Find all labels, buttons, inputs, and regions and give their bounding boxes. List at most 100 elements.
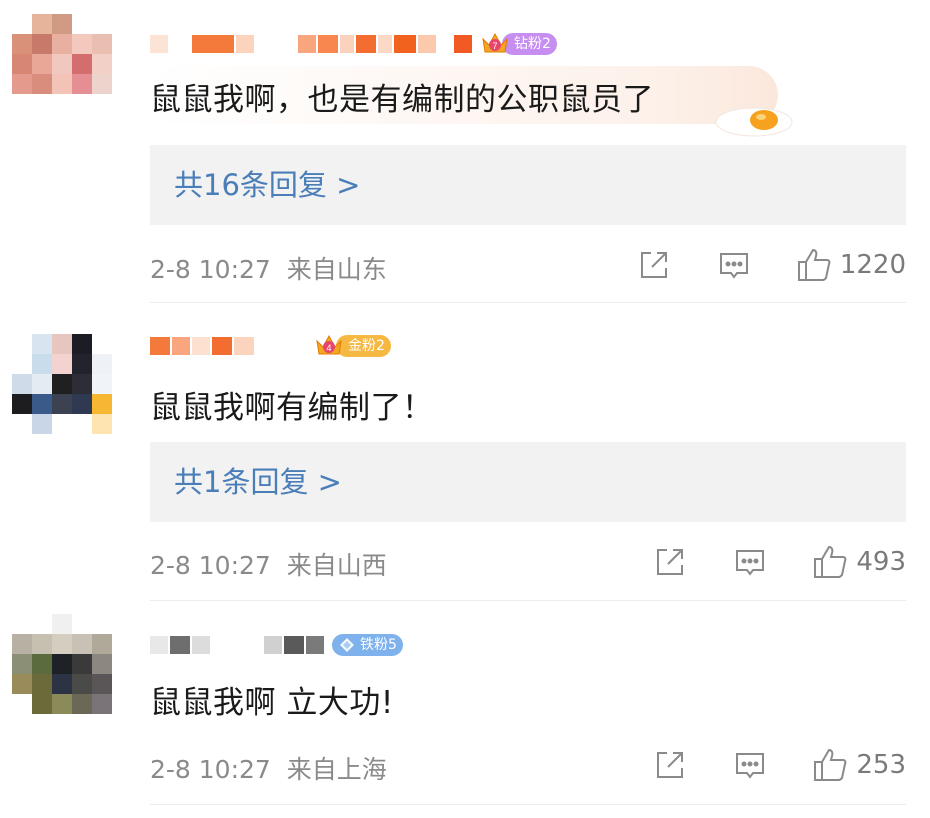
avatar-pixels [12, 614, 112, 714]
avatar-pixel [52, 34, 72, 54]
action-bar: 1220 [636, 245, 906, 285]
svg-text:7: 7 [492, 41, 497, 51]
avatar-pixel [52, 674, 72, 694]
username[interactable] [150, 34, 474, 54]
avatar-pixel [32, 34, 52, 54]
username[interactable] [150, 635, 326, 655]
avatar-pixel [72, 694, 92, 714]
share-icon[interactable] [652, 747, 688, 783]
avatar-pixel [12, 674, 32, 694]
avatar-pixel [52, 374, 72, 394]
badge-label: 钻粉2 [502, 33, 557, 55]
avatar-pixel [92, 414, 112, 434]
comment-icon[interactable] [732, 747, 768, 783]
timestamp: 2-8 10:27 [150, 255, 271, 284]
avatar-pixel [12, 614, 32, 634]
view-replies-link[interactable]: 共16条回复 > [174, 145, 360, 225]
avatar-pixels [12, 14, 112, 114]
avatar-pixel [92, 374, 112, 394]
avatar-pixel [32, 654, 52, 674]
action-bar: 253 [652, 745, 906, 785]
avatar-pixel [72, 354, 92, 374]
location: 来自山东 [286, 255, 387, 284]
avatar-pixel [32, 614, 52, 634]
like-count: 253 [856, 750, 906, 780]
badge-label: 铁粉5 [360, 637, 397, 653]
avatar-pixel [72, 634, 92, 654]
avatar-pixel [12, 14, 32, 34]
avatar-pixel [52, 414, 72, 434]
avatar[interactable] [12, 334, 112, 434]
avatar-pixel [12, 354, 32, 374]
comment-text: 鼠鼠我啊 立大功! [150, 685, 394, 721]
avatar-pixel [92, 334, 112, 354]
avatar-pixel [92, 34, 112, 54]
avatar-pixel [32, 374, 52, 394]
username[interactable] [150, 336, 308, 356]
avatar-pixel [32, 674, 52, 694]
avatar-pixel [92, 694, 112, 714]
fried-egg-decoration [715, 107, 793, 137]
timestamp: 2-8 10:27 [150, 551, 271, 580]
thumbs-up-icon [814, 545, 847, 578]
avatar-pixel [92, 674, 112, 694]
timestamp: 2-8 10:27 [150, 755, 271, 784]
thumbs-up-icon [814, 748, 847, 781]
comment-icon[interactable] [716, 247, 752, 283]
avatar-pixel [72, 34, 92, 54]
avatar-pixel [12, 374, 32, 394]
avatar-pixel [92, 354, 112, 374]
view-replies-link[interactable]: 共1条回复 > [174, 442, 342, 522]
like-button[interactable]: 493 [812, 544, 906, 580]
avatar-pixel [52, 654, 72, 674]
avatar-pixel [52, 694, 72, 714]
divider [150, 302, 906, 303]
avatar-pixel [92, 654, 112, 674]
crown-icon: 7 [482, 32, 508, 53]
comment-meta: 2-8 10:27 来自山东 [150, 250, 387, 286]
crown-icon: 4 [316, 334, 342, 355]
avatar-pixel [92, 394, 112, 414]
avatar-pixel [12, 654, 32, 674]
avatar-pixel [12, 334, 32, 354]
avatar[interactable] [12, 614, 112, 714]
avatar-pixel [72, 14, 92, 34]
username-row: 4 金粉2 [150, 331, 391, 361]
comment-icon[interactable] [732, 544, 768, 580]
fan-badge-diamond[interactable]: 7 钻粉2 [480, 32, 557, 56]
avatar-pixel [92, 634, 112, 654]
avatar-pixel [72, 674, 92, 694]
avatar-pixel [12, 694, 32, 714]
share-icon[interactable] [636, 247, 672, 283]
thumbs-up-icon [797, 248, 831, 281]
diamond-icon [340, 638, 354, 652]
share-icon[interactable] [652, 544, 688, 580]
avatar-pixel [72, 394, 92, 414]
avatar-pixel [72, 334, 92, 354]
like-button[interactable]: 253 [812, 747, 906, 783]
like-button[interactable]: 1220 [796, 247, 906, 283]
avatar-pixel [92, 54, 112, 74]
action-bar: 493 [652, 542, 906, 582]
fan-badge-gold[interactable]: 4 金粉2 [314, 334, 391, 358]
avatar-pixel [52, 394, 72, 414]
avatar-pixel [92, 74, 112, 94]
avatar-pixel [32, 394, 52, 414]
divider [150, 804, 906, 805]
avatar-pixel [12, 414, 32, 434]
avatar-pixel [12, 54, 32, 74]
replies-panel: 共1条回复 > [150, 442, 906, 522]
avatar-pixel [52, 614, 72, 634]
avatar-pixel [72, 94, 92, 114]
avatar[interactable] [12, 14, 112, 114]
avatar-pixel [52, 634, 72, 654]
replies-panel: 共16条回复 > [150, 145, 906, 225]
fan-badge-iron[interactable]: 铁粉5 [332, 633, 403, 657]
avatar-pixel [32, 334, 52, 354]
avatar-pixel [32, 54, 52, 74]
avatar-pixel [52, 74, 72, 94]
avatar-pixel [92, 94, 112, 114]
avatar-pixel [72, 614, 92, 634]
avatar-pixel [52, 54, 72, 74]
avatar-pixel [12, 634, 32, 654]
